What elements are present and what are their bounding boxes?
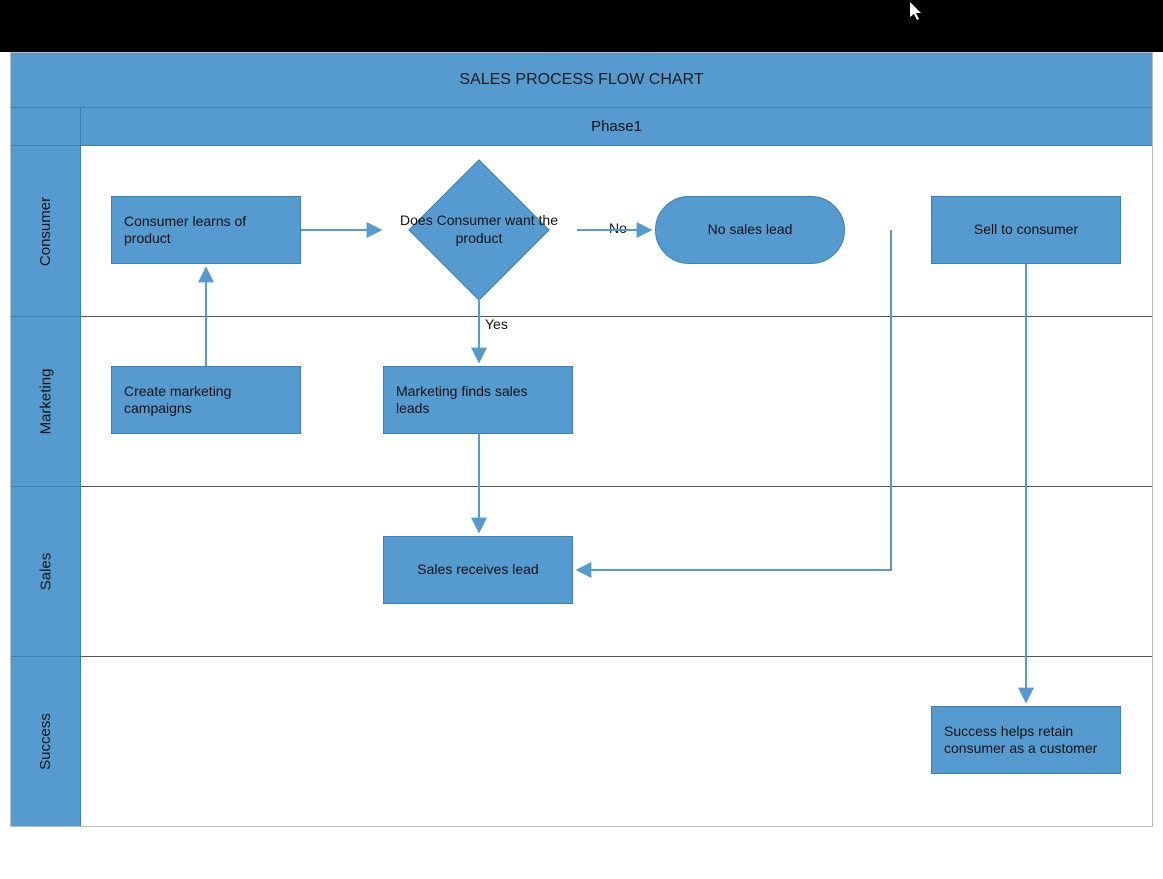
lane-label: Success <box>37 713 54 770</box>
node-success-retain[interactable]: Success helps retain consumer as a custo… <box>931 706 1121 774</box>
lane-header-consumer: Consumer <box>11 146 81 316</box>
top-bar <box>0 0 1163 52</box>
lane-header-marketing: Marketing <box>11 316 81 486</box>
lane-headers: Consumer Marketing Sales Success <box>11 146 81 826</box>
node-label: No sales lead <box>708 221 793 239</box>
diagram-canvas: Consumer learns of product Does Consumer… <box>81 146 1152 826</box>
lane-separator <box>81 486 1152 487</box>
node-label: Create marketing campaigns <box>124 383 288 418</box>
swimlane-container: SALES PROCESS FLOW CHART Phase1 Consumer… <box>10 52 1153 827</box>
lane-separator <box>81 656 1152 657</box>
node-decision[interactable]: Does Consumer want the product <box>379 162 579 298</box>
edge-label-yes: Yes <box>485 316 508 332</box>
lane-header-success: Success <box>11 656 81 826</box>
node-label: Does Consumer want the product <box>379 212 579 247</box>
node-consumer-learns[interactable]: Consumer learns of product <box>111 196 301 264</box>
lane-label: Marketing <box>37 369 54 435</box>
node-label: Consumer learns of product <box>124 213 288 248</box>
lane-header-sales: Sales <box>11 486 81 656</box>
phase-label: Phase1 <box>81 108 1152 145</box>
edge-label-no: No <box>609 220 627 236</box>
lane-label: Consumer <box>37 196 54 265</box>
phase-row: Phase1 <box>11 108 1152 146</box>
node-label: Marketing finds sales leads <box>396 383 560 418</box>
node-no-sales-lead[interactable]: No sales lead <box>655 196 845 264</box>
node-marketing-finds-leads[interactable]: Marketing finds sales leads <box>383 366 573 434</box>
corner-cell <box>11 108 81 145</box>
node-label: Success helps retain consumer as a custo… <box>944 723 1108 758</box>
node-sell-to-consumer[interactable]: Sell to consumer <box>931 196 1121 264</box>
node-sales-receives-lead[interactable]: Sales receives lead <box>383 536 573 604</box>
cursor-icon <box>910 2 926 27</box>
lane-separator <box>81 316 1152 317</box>
node-label: Sales receives lead <box>417 561 538 579</box>
node-create-campaign[interactable]: Create marketing campaigns <box>111 366 301 434</box>
chart-title: SALES PROCESS FLOW CHART <box>11 53 1152 108</box>
lane-label: Sales <box>37 553 54 591</box>
lanes-area: Consumer Marketing Sales Success Consume… <box>11 146 1152 826</box>
node-label: Sell to consumer <box>974 221 1078 239</box>
